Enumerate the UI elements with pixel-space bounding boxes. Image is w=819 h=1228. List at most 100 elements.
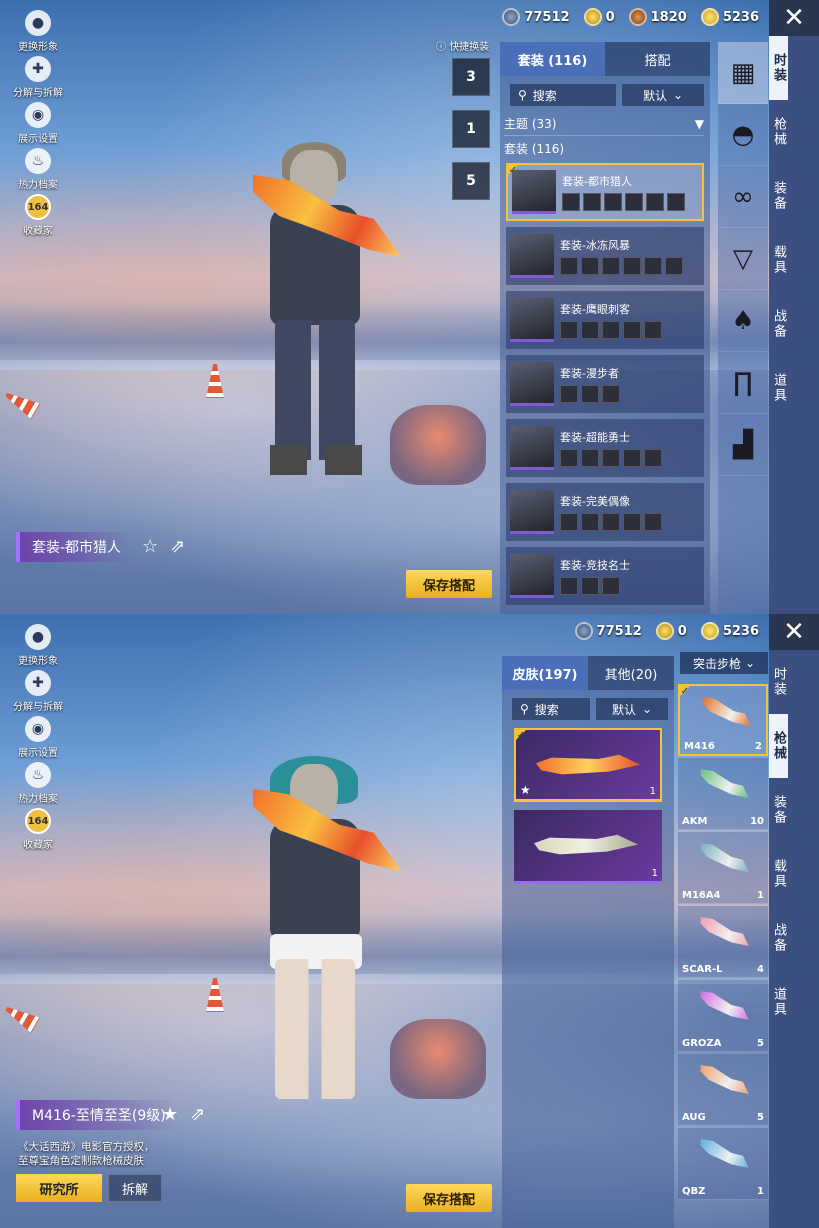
hanger-preset-1[interactable]: 1 (452, 110, 490, 148)
hanger-preset-3[interactable]: 3 (452, 58, 490, 96)
tab-category[interactable]: 时装 (769, 650, 788, 714)
quick-swap-label[interactable]: ⓘ 快捷换装 (436, 38, 489, 53)
tab-others[interactable]: 其他(20) (588, 656, 674, 690)
set-part-icon (560, 449, 578, 467)
dismantle-button[interactable]: 拆解 (108, 1174, 162, 1202)
hanger-preset-5[interactable]: 5 (452, 162, 490, 200)
pet-companion[interactable] (390, 405, 486, 485)
share-icon[interactable]: ⇗ (190, 1104, 205, 1125)
currency-bar: 77512 0 5236 (574, 622, 759, 640)
rifle-skin-image (536, 754, 640, 775)
set-part-icon (581, 257, 599, 275)
outfit-set-item[interactable]: 套装-竞技名士 (506, 547, 704, 605)
tab-category[interactable]: 载具 (769, 842, 788, 906)
skin-card[interactable]: 1 (514, 810, 662, 884)
weapon-skin-count: 5 (757, 1038, 764, 1049)
tab-category[interactable]: 装备 (769, 164, 788, 228)
heat-record-button[interactable]: ♨ 热力档案 (8, 762, 68, 808)
set-part-icon (602, 385, 620, 403)
set-parts (560, 257, 683, 275)
change-avatar-button[interactable]: ● 更换形象 (8, 624, 68, 670)
set-thumbnail (510, 554, 554, 598)
weapon-image (694, 761, 753, 808)
tab-category[interactable]: 枪械 (769, 714, 788, 778)
weapon-name: AKM (682, 816, 708, 827)
outfit-set-item[interactable]: 套装-完美偶像 (506, 483, 704, 541)
weapon-item[interactable]: GROZA 5 (678, 980, 768, 1052)
mask-icon[interactable]: ▽ (718, 228, 768, 290)
weapon-item[interactable]: QBZ 1 (678, 1128, 768, 1200)
dismantle-menu-button[interactable]: ✚ 分解与拆解 (8, 670, 68, 716)
research-button[interactable]: 研究所 (16, 1174, 102, 1202)
jacket-icon[interactable]: ♠ (718, 290, 768, 352)
weapon-image (694, 1057, 753, 1104)
dismantle-menu-button[interactable]: ✚ 分解与拆解 (8, 56, 68, 102)
set-info: 套装-鹰眼刺客 (560, 301, 662, 339)
bronze-coin-icon (628, 8, 647, 26)
weapon-item[interactable]: AUG 5 (678, 1054, 768, 1126)
heat-record-button[interactable]: ♨ 热力档案 (8, 148, 68, 194)
save-outfit-button[interactable]: 保存搭配 (406, 570, 492, 598)
outfit-set-item[interactable]: 套装-超能勇士 (506, 419, 704, 477)
tab-category[interactable]: 装备 (769, 778, 788, 842)
collector-button[interactable]: 164 收藏家 (8, 194, 68, 240)
search-row: ⚲ 搜索 默认 ⌄ (500, 76, 710, 106)
display-settings-button[interactable]: ◉ 展示设置 (8, 102, 68, 148)
skin-description: 《大话西游》电影官方授权， 至尊宝角色定制款枪械皮肤 (18, 1141, 155, 1167)
pet-companion[interactable] (390, 1019, 486, 1099)
set-part-icon (602, 257, 620, 275)
outfit-set-item[interactable]: 套装-漫步者 (506, 355, 704, 413)
tab-mix[interactable]: 搭配 (605, 42, 710, 76)
display-settings-button[interactable]: ◉ 展示设置 (8, 716, 68, 762)
weapon-image (694, 1131, 753, 1178)
tab-sets[interactable]: 套装 (116) (500, 42, 605, 76)
save-outfit-button[interactable]: 保存搭配 (406, 1184, 492, 1212)
vest-icon[interactable]: ▦ (718, 42, 768, 104)
set-thumbnail (510, 426, 554, 470)
set-part-icon (581, 321, 599, 339)
change-avatar-button[interactable]: ● 更换形象 (8, 10, 68, 56)
weapon-item[interactable]: SCAR-L 4 (678, 906, 768, 978)
sort-dropdown[interactable]: 默认 ⌄ (596, 698, 668, 720)
tab-category[interactable]: 时装 (769, 36, 788, 100)
weapon-item[interactable]: ✓ M416 2 (678, 684, 768, 756)
sort-dropdown[interactable]: 默认 ⌄ (622, 84, 704, 106)
search-input[interactable]: ⚲ 搜索 (512, 698, 590, 720)
name-tag-actions: ★ ⇗ (162, 1104, 205, 1125)
currency-uc: 5236 (700, 622, 759, 640)
helmet-icon[interactable]: ◓ (718, 104, 768, 166)
tab-category[interactable]: 战备 (769, 906, 788, 970)
pants-icon[interactable]: ∏ (718, 352, 768, 414)
close-button[interactable]: ✕ (769, 0, 819, 36)
weapon-name: M16A4 (682, 890, 721, 901)
tab-category[interactable]: 战备 (769, 292, 788, 356)
tab-category[interactable]: 道具 (769, 970, 788, 1034)
outfit-set-item[interactable]: 套装-冰冻风暴 (506, 227, 704, 285)
close-button[interactable]: ✕ (769, 614, 819, 650)
star-icon[interactable]: ★ (162, 1104, 178, 1125)
weapon-item[interactable]: M16A4 1 (678, 832, 768, 904)
weapon-type-dropdown[interactable]: 突击步枪 ⌄ (680, 652, 768, 674)
glasses-icon[interactable]: ∞ (718, 166, 768, 228)
outfit-set-item[interactable]: ✓ 套装-都市猎人 (506, 163, 704, 221)
skin-card[interactable]: ✓ ★ 1 (514, 728, 662, 802)
outfit-set-item[interactable]: 套装-鹰眼刺客 (506, 291, 704, 349)
search-row: ⚲ 搜索 默认 ⌄ (502, 690, 674, 720)
puzzle-icon: ✚ (25, 670, 51, 696)
tab-category[interactable]: 道具 (769, 356, 788, 420)
weapon-item[interactable]: AKM 10 (678, 758, 768, 830)
rifle-skin-image (534, 834, 638, 855)
equipped-check-icon: ✓ (514, 728, 528, 742)
search-input[interactable]: ⚲ 搜索 (510, 84, 616, 106)
tab-skins[interactable]: 皮肤(197) (502, 656, 588, 690)
set-info: 套装-漫步者 (560, 365, 620, 403)
chevron-down-icon: ⌄ (641, 702, 653, 716)
theme-filter[interactable]: 主题 (33) ▼ (504, 112, 704, 136)
star-icon[interactable]: ☆ (142, 536, 158, 557)
weapon-skin-count: 4 (757, 964, 764, 975)
tab-category[interactable]: 枪械 (769, 100, 788, 164)
share-icon[interactable]: ⇗ (170, 536, 185, 557)
tab-category[interactable]: 载具 (769, 228, 788, 292)
collector-button[interactable]: 164 收藏家 (8, 808, 68, 854)
boots-icon[interactable]: ▟ (718, 414, 768, 476)
